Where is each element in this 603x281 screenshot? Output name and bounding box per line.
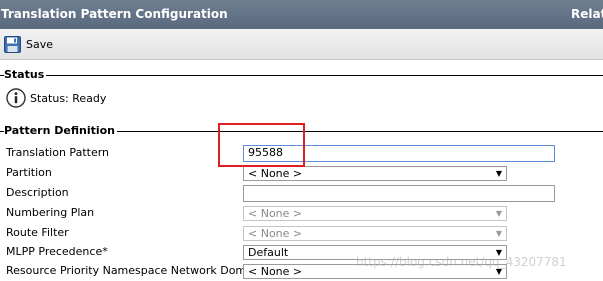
route-filter-value: < None > — [248, 227, 303, 240]
route-filter-select[interactable]: < None > ▼ — [243, 226, 507, 241]
resource-priority-namespace-value: < None > — [248, 265, 303, 278]
translation-pattern-label: Translation Pattern — [6, 146, 110, 159]
partition-value: < None > — [248, 167, 303, 180]
numbering-plan-value: < None > — [248, 207, 303, 220]
status-section-header: Status — [0, 68, 603, 82]
floppy-disk-icon — [4, 35, 21, 53]
chevron-down-icon: ▼ — [495, 229, 502, 238]
toolbar: Save — [0, 29, 603, 60]
status-row: Status: Ready — [6, 87, 106, 109]
annotation-highlight-box — [218, 123, 305, 167]
status-divider — [0, 75, 603, 76]
mlpp-precedence-value: Default — [248, 246, 289, 259]
page-title: Translation Pattern Configuration — [1, 7, 228, 21]
pattern-definition-legend: Pattern Definition — [4, 124, 118, 137]
resource-priority-namespace-label: Resource Priority Namespace Network Doma… — [6, 264, 263, 277]
chevron-down-icon: ▼ — [495, 169, 502, 178]
mlpp-precedence-label: MLPP Precedence* — [6, 245, 108, 258]
partition-label: Partition — [6, 166, 52, 179]
title-bar: Translation Pattern Configuration Relate — [0, 0, 603, 29]
description-label: Description — [6, 186, 69, 199]
status-text: Status: Ready — [30, 91, 107, 105]
route-filter-label: Route Filter — [6, 226, 69, 239]
watermark-text: https://blog.csdn.net/qq_43207781 — [356, 255, 567, 269]
numbering-plan-label: Numbering Plan — [6, 206, 95, 219]
numbering-plan-select[interactable]: < None > ▼ — [243, 206, 507, 221]
info-icon — [6, 88, 26, 108]
status-legend: Status — [4, 68, 47, 81]
chevron-down-icon: ▼ — [495, 209, 502, 218]
partition-select[interactable]: < None > ▼ — [243, 166, 507, 181]
related-links-label[interactable]: Relate — [571, 7, 603, 21]
save-button[interactable]: Save — [4, 34, 53, 54]
description-input[interactable] — [243, 185, 555, 202]
save-label: Save — [26, 37, 54, 51]
